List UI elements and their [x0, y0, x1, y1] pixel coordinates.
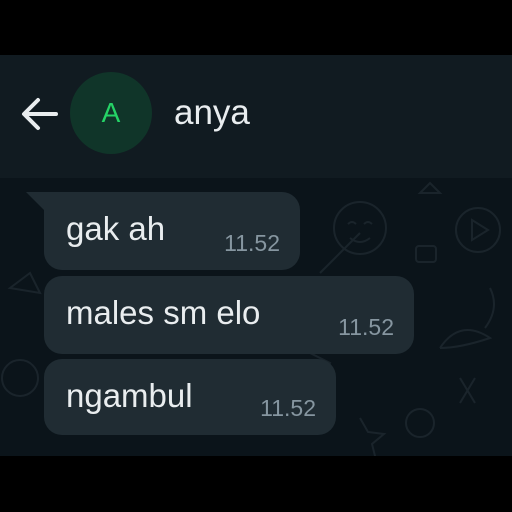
bottom-letterbox [0, 456, 512, 512]
message-time: 11.52 [260, 395, 316, 421]
message-time: 11.52 [338, 314, 394, 340]
chat-header: A anya [0, 55, 512, 178]
message-text: males sm elo [66, 294, 261, 331]
message-text: gak ah [66, 210, 166, 247]
back-arrow-icon[interactable] [18, 92, 62, 136]
top-letterbox [0, 0, 512, 55]
contact-name[interactable]: anya [174, 93, 250, 133]
chat-area: gak ah 11.52 males sm elo 11.52 ngambul … [0, 178, 512, 456]
message-bubble[interactable]: gak ah 11.52 [44, 192, 300, 270]
avatar-initial: A [101, 97, 121, 128]
bubble-tail [26, 192, 44, 210]
message-bubble[interactable]: ngambul 11.52 [44, 359, 336, 435]
message-bubble[interactable]: males sm elo 11.52 [44, 276, 414, 354]
message-time: 11.52 [224, 230, 280, 256]
message-text: ngambul [66, 377, 193, 414]
avatar[interactable]: A [70, 72, 152, 154]
